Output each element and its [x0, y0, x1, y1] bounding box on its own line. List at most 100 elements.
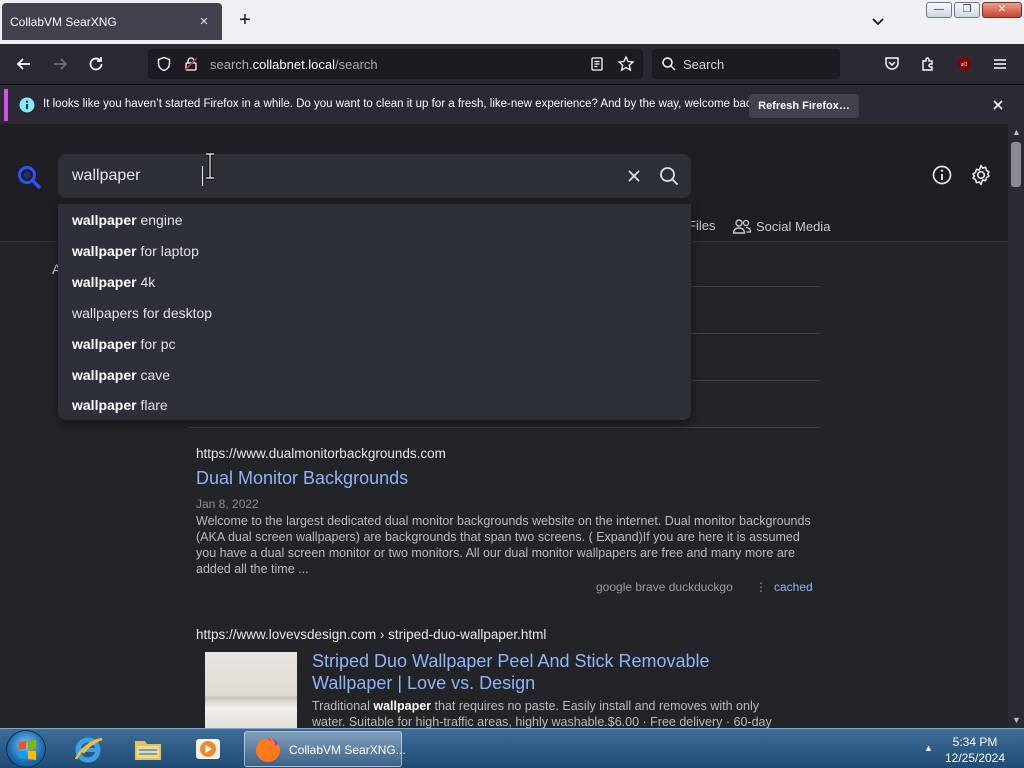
extensions-button[interactable]	[918, 54, 938, 74]
folder-icon	[135, 741, 161, 760]
snippet-pre: Traditional	[312, 699, 374, 713]
autocomplete-item[interactable]: wallpaper 4k	[72, 274, 155, 290]
windows-logo-icon	[19, 740, 36, 760]
url-text[interactable]: search.collabnet.local/search	[210, 57, 378, 72]
search-bar[interactable]: Search	[652, 49, 840, 79]
autocomplete-item[interactable]: wallpaper flare	[72, 397, 168, 413]
suggestion-rest: engine	[136, 212, 183, 228]
close-icon	[628, 170, 640, 182]
windows-taskbar: CollabVM SearXNG... ▲ 5:34 PM 12/25/2024	[0, 728, 1024, 768]
search-input[interactable]	[72, 165, 592, 187]
suggestion-rest: wallpapers for desktop	[72, 305, 213, 321]
text-cursor-ibeam-icon	[203, 152, 217, 180]
back-button[interactable]	[14, 54, 34, 74]
clear-search-button[interactable]	[624, 166, 644, 186]
list-all-tabs-button[interactable]	[868, 12, 888, 32]
result-date: Jan 8, 2022	[196, 497, 259, 511]
search-result: https://www.dualmonitorbackgrounds.com D…	[196, 446, 816, 577]
suggestion-rest: for pc	[136, 336, 176, 352]
taskbar-internet-explorer[interactable]	[72, 733, 104, 765]
window-controls: — ❐ ✕	[926, 2, 1022, 18]
app-menu-button[interactable]	[990, 54, 1010, 74]
tracking-shield-icon[interactable]	[156, 56, 172, 77]
ublock-origin-button[interactable]: uO	[954, 54, 974, 74]
arrow-left-icon	[16, 58, 30, 70]
suggestion-rest: cave	[136, 367, 171, 383]
result-url-path: › striped-duo-wallpaper.html	[376, 627, 547, 642]
reload-button[interactable]	[86, 54, 106, 74]
tab-close-button[interactable]: ×	[196, 13, 212, 30]
media-player-icon	[196, 739, 220, 759]
result-title-link[interactable]: Striped Duo Wallpaper Peel And Stick Rem…	[312, 650, 792, 694]
arrow-right-icon	[54, 58, 68, 70]
people-icon	[732, 219, 752, 234]
searxng-logo[interactable]	[16, 164, 42, 190]
autocomplete-item[interactable]: wallpaper for pc	[72, 336, 176, 352]
reader-view-icon	[591, 57, 603, 71]
taskbar-file-explorer[interactable]	[132, 733, 164, 765]
pocket-button[interactable]	[882, 54, 902, 74]
autocomplete-item[interactable]: wallpaper engine	[72, 212, 183, 228]
new-tab-button[interactable]: +	[234, 10, 256, 32]
result-url[interactable]: https://www.lovevsdesign.com › striped-d…	[196, 627, 816, 642]
about-button[interactable]	[930, 163, 954, 187]
bookmark-button[interactable]	[617, 55, 635, 78]
screen: CollabVM SearXNG × + — ❐ ✕ search.collab…	[0, 0, 1024, 768]
taskbar-firefox-window[interactable]: CollabVM SearXNG...	[244, 731, 406, 768]
close-icon	[993, 100, 1003, 110]
scrollbar-thumb[interactable]	[1011, 142, 1021, 187]
navigation-toolbar: search.collabnet.local/search Search uO	[0, 44, 1024, 84]
taskbar-clock[interactable]: 5:34 PM 12/25/2024	[940, 734, 1010, 766]
reader-view-button[interactable]	[589, 56, 605, 77]
preferences-button[interactable]	[968, 162, 994, 188]
star-icon	[617, 55, 635, 72]
url-bar[interactable]: search.collabnet.local/search	[148, 49, 643, 79]
search-bar-placeholder: Search	[683, 57, 725, 72]
search-submit-button[interactable]	[658, 165, 680, 187]
autocomplete-item[interactable]: wallpaper cave	[72, 367, 170, 383]
taskbar-task-label: CollabVM SearXNG...	[289, 743, 406, 757]
autocomplete-item[interactable]: wallpaper for laptop	[72, 243, 199, 259]
internet-explorer-icon	[74, 737, 103, 763]
result-title-link[interactable]: Dual Monitor Backgrounds	[196, 467, 816, 489]
close-window-button[interactable]: ✕	[982, 2, 1022, 18]
search-box[interactable]	[58, 154, 691, 198]
category-social-media-tab[interactable]: Social Media	[732, 218, 830, 234]
result-engines: google brave duckduckgo	[596, 580, 733, 594]
category-files-tab[interactable]: Files	[688, 218, 715, 233]
insecure-lock-icon[interactable]	[183, 56, 199, 77]
snippet-highlight: wallpaper	[373, 699, 432, 713]
maximize-button[interactable]: ❐	[954, 2, 980, 18]
scroll-down-arrow-icon[interactable]: ▼	[1012, 716, 1021, 725]
show-hidden-icons-button[interactable]: ▲	[924, 743, 933, 753]
gear-icon	[972, 164, 990, 186]
search-result: https://www.lovevsdesign.com › striped-d…	[196, 627, 816, 642]
refresh-firefox-button[interactable]: Refresh Firefox…	[749, 94, 859, 118]
result-thumbnail-image[interactable]	[205, 652, 297, 728]
suggestion-match: wallpaper	[72, 336, 137, 352]
ublock-origin-icon: uO	[958, 57, 970, 71]
suggestion-match: wallpaper	[72, 274, 137, 290]
start-button[interactable]	[6, 730, 46, 768]
page-scrollbar[interactable]: ▲ ▼	[1008, 124, 1024, 728]
cached-link[interactable]: cached	[774, 580, 813, 594]
notification-close-button[interactable]	[990, 97, 1006, 113]
search-icon	[660, 167, 679, 186]
autocomplete-dropdown: wallpaper engine wallpaper for laptop wa…	[58, 204, 691, 420]
notification-message: It looks like you haven’t started Firefo…	[43, 98, 761, 110]
divider	[188, 427, 820, 428]
clock-date: 12/25/2024	[944, 751, 1006, 765]
info-icon	[932, 165, 952, 185]
result-url[interactable]: https://www.dualmonitorbackgrounds.com	[196, 446, 816, 461]
svg-text:uO: uO	[961, 62, 968, 68]
autocomplete-item[interactable]: wallpapers for desktop	[72, 305, 212, 321]
tab-collabvm-searxng[interactable]: CollabVM SearXNG ×	[2, 3, 222, 40]
firefox-icon	[253, 735, 283, 768]
taskbar-media-player[interactable]	[192, 733, 224, 765]
result-menu-icon[interactable]: ⋮	[755, 580, 767, 594]
forward-button[interactable]	[50, 54, 70, 74]
scroll-up-arrow-icon[interactable]: ▲	[1012, 128, 1021, 137]
suggestion-rest: flare	[136, 397, 168, 413]
minimize-button[interactable]: —	[926, 2, 952, 18]
result-snippet: Welcome to the largest dedicated dual mo…	[196, 514, 811, 576]
